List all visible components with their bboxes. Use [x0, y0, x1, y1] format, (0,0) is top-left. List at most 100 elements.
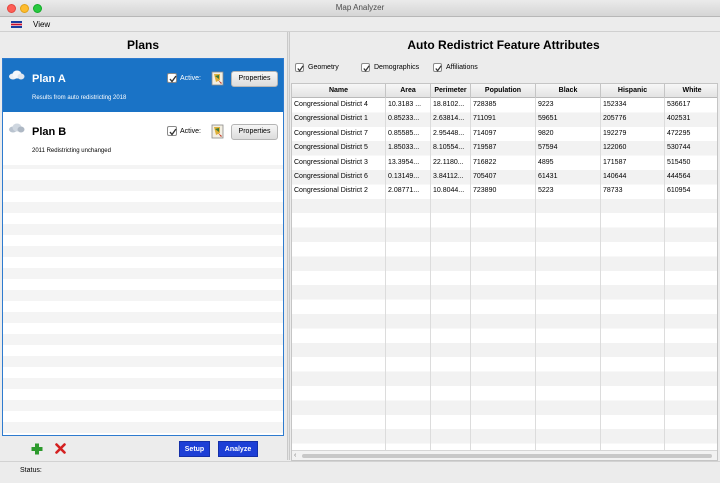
attributes-title: Auto Redistrict Feature Attributes	[407, 38, 600, 52]
column-header-hispanic[interactable]: Hispanic	[601, 84, 665, 98]
table-cell: 2.08771...	[388, 187, 420, 195]
table-cell: Congressional District 2	[294, 187, 368, 195]
horizontal-scrollbar[interactable]: ‹	[292, 450, 717, 460]
table-cell: 536617	[667, 101, 691, 108]
table-cell: 8.10554...	[433, 144, 465, 152]
affiliations-label: Affiliations	[446, 64, 478, 71]
table-cell: 716822	[473, 158, 497, 166]
checkmark-icon	[363, 65, 370, 72]
table-cell: Congressional District 4	[294, 101, 368, 108]
active-checkbox[interactable]	[167, 73, 177, 83]
table-cell: 122060	[603, 144, 627, 152]
table-row[interactable]: Congressional District 2 2.08771... 10.804…	[292, 184, 717, 198]
table-cell: 171587	[603, 158, 627, 166]
table-cell: Congressional District 5	[294, 144, 368, 152]
map-icon[interactable]	[211, 124, 225, 139]
table-cell: 719587	[473, 144, 497, 152]
table-cell: 152334	[603, 101, 627, 108]
table-cell: 18.8102...	[433, 101, 465, 108]
table-row[interactable]: Congressional District 3 13.3954... 22.118…	[292, 156, 717, 170]
table-cell: 5223	[538, 187, 554, 195]
table-cell: 205776	[603, 115, 627, 123]
table-cell: 140644	[603, 173, 627, 180]
table-cell: 711091	[473, 115, 496, 123]
table-cell: 61431	[538, 173, 558, 180]
active-label: Active:	[180, 75, 202, 82]
table-cell: 1.85033...	[388, 144, 420, 152]
properties-button[interactable]: Properties	[231, 124, 278, 140]
table-cell: 0.85233...	[388, 115, 420, 123]
table-cell: 0.13149...	[388, 173, 420, 180]
plans-list[interactable]: Plan A Results from auto redistricting 2…	[2, 58, 284, 436]
table-cell: 610954	[667, 187, 691, 195]
active-checkbox[interactable]	[167, 126, 177, 136]
checkmark-icon	[169, 75, 177, 83]
table-cell: 57594	[538, 144, 558, 152]
checkmark-icon	[435, 65, 442, 72]
table-cell: 472295	[667, 129, 691, 137]
window-title: Map Analyzer	[335, 3, 385, 12]
table-cell: 10.3183 ...	[388, 101, 422, 108]
table-cell: 402531	[667, 115, 691, 123]
table-cell: 3.84112...	[433, 173, 464, 180]
analyze-button[interactable]: Analyze	[218, 441, 258, 457]
column-header-name[interactable]: Name	[292, 84, 386, 98]
plan-name: Plan B	[32, 126, 67, 138]
plan-row[interactable]: Plan A Results from auto redistricting 2…	[3, 59, 283, 112]
scroll-left-icon[interactable]: ‹	[294, 452, 296, 459]
plan-name: Plan A	[32, 73, 66, 85]
table-cell: 22.1180...	[433, 158, 464, 166]
geometry-label: Geometry	[308, 64, 339, 71]
active-label: Active:	[180, 128, 202, 135]
table-body: Congressional District 4 10.3183 ... 18.81…	[292, 98, 717, 451]
column-header-population[interactable]: Population	[471, 84, 536, 98]
table-cell: 9223	[538, 101, 554, 108]
table-cell: 10.8044...	[433, 187, 465, 195]
table-row[interactable]: Congressional District 7 0.85585... 2.9544…	[292, 127, 717, 141]
table-row[interactable]: Congressional District 6 0.13149... 3.8411…	[292, 170, 717, 184]
table-cell: Congressional District 1	[294, 115, 368, 123]
table-cell: 2.95448...	[433, 129, 465, 137]
table-cell: 444564	[667, 173, 691, 180]
cloud-icon	[9, 123, 25, 133]
properties-button[interactable]: Properties	[231, 71, 278, 87]
affiliations-checkbox[interactable]	[433, 63, 442, 72]
attributes-table[interactable]: Name Area Perimeter Population Black His…	[291, 83, 718, 461]
column-header-black[interactable]: Black	[536, 84, 601, 98]
table-cell: 0.85585...	[388, 129, 420, 137]
demographics-checkbox[interactable]	[361, 63, 370, 72]
scrollbar-thumb[interactable]	[302, 454, 712, 458]
table-cell: 59651	[538, 115, 558, 123]
status-divider	[0, 461, 720, 462]
table-cell: 530744	[667, 144, 691, 152]
table-row[interactable]: Congressional District 4 10.3183 ... 18.81…	[292, 98, 717, 112]
add-plan-icon[interactable]	[31, 443, 43, 455]
column-header-area[interactable]: Area	[386, 84, 431, 98]
table-cell: 723890	[473, 187, 497, 195]
table-cell: 13.3954...	[388, 158, 420, 166]
table-cell: 78733	[603, 187, 623, 195]
table-cell: 714097	[473, 129, 497, 137]
remove-plan-icon[interactable]	[55, 443, 66, 454]
column-header-white[interactable]: White	[665, 84, 717, 98]
table-cell: 515450	[667, 158, 691, 166]
table-cell: Congressional District 3	[294, 158, 368, 166]
flag-icon	[11, 21, 22, 28]
table-cell: 728385	[473, 101, 497, 108]
plans-title: Plans	[126, 38, 159, 52]
setup-button[interactable]: Setup	[179, 441, 210, 457]
geometry-checkbox[interactable]	[295, 63, 304, 72]
table-cell: Congressional District 6	[294, 173, 368, 180]
panel-splitter[interactable]	[287, 32, 290, 460]
status-label: Status:	[20, 467, 42, 474]
menu-view[interactable]: View	[33, 20, 50, 29]
plan-row[interactable]: Plan B 2011 Redistricting unchanged Acti…	[3, 112, 283, 165]
table-row[interactable]: Congressional District 5 1.85033... 8.1055…	[292, 141, 717, 155]
map-icon[interactable]	[211, 71, 225, 86]
table-row[interactable]: Congressional District 1 0.85233... 2.6381…	[292, 112, 717, 126]
column-header-perimeter[interactable]: Perimeter	[431, 84, 471, 98]
demographics-label: Demographics	[374, 64, 420, 71]
plan-description: 2011 Redistricting unchanged	[32, 148, 111, 154]
cloud-icon	[9, 70, 25, 80]
table-cell: 9820	[538, 129, 554, 137]
